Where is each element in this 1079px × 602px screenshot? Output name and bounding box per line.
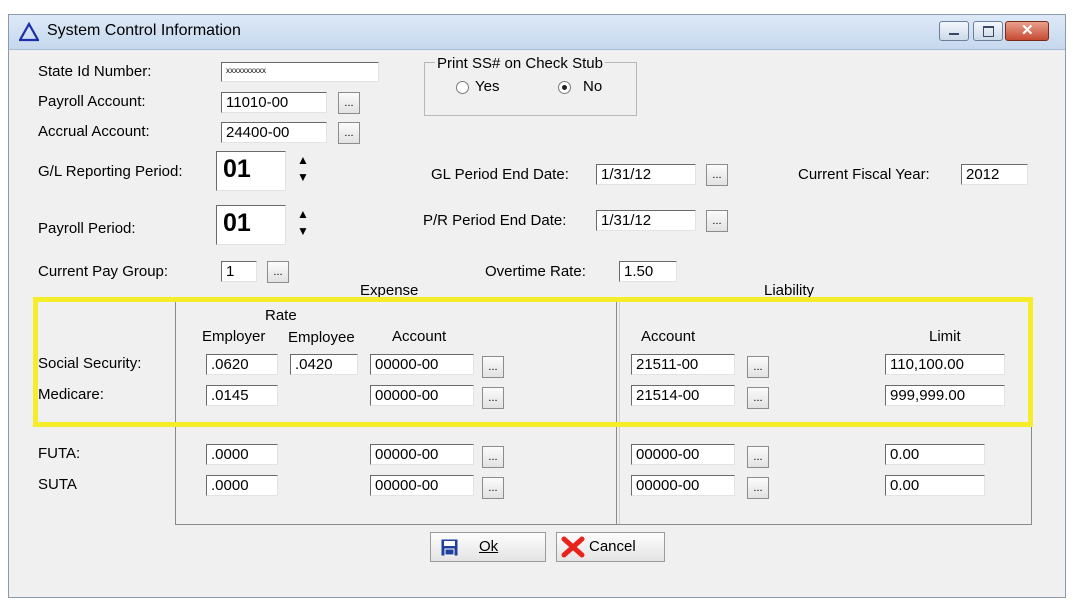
payroll-account-browse-button[interactable]: ... — [338, 92, 360, 114]
gl-period-end-date-browse-button[interactable]: ... — [706, 164, 728, 186]
print-ss-yes-radio[interactable] — [456, 81, 469, 94]
state-id-label: State Id Number: — [38, 63, 152, 80]
grid-divider-right — [1031, 427, 1032, 525]
accrual-account-browse-button[interactable]: ... — [338, 122, 360, 144]
print-ss-no-radio[interactable] — [558, 81, 571, 94]
state-id-input[interactable]: xxxxxxxxxx — [221, 62, 379, 82]
spin-down-icon[interactable]: ▼ — [296, 169, 310, 186]
row-label-futa: FUTA: — [38, 445, 81, 462]
suta-liability-account-browse-button[interactable]: ... — [747, 477, 769, 499]
highlight-box — [33, 297, 1033, 427]
current-fiscal-year-input[interactable]: 2012 — [961, 164, 1028, 185]
close-icon: ✕ — [1021, 22, 1034, 39]
maximize-icon — [983, 26, 994, 37]
maximize-button[interactable] — [973, 21, 1003, 41]
spin-up-icon[interactable]: ▲ — [296, 152, 310, 169]
futa-expense-account-input[interactable]: 00000-00 — [370, 444, 474, 465]
suta-expense-account-browse-button[interactable]: ... — [482, 477, 504, 499]
pr-period-end-date-browse-button[interactable]: ... — [706, 210, 728, 232]
print-ss-no-label: No — [583, 78, 603, 95]
accrual-account-input[interactable]: 24400-00 — [221, 122, 327, 143]
triangle-icon — [19, 22, 39, 42]
floppy-disk-icon — [441, 539, 458, 556]
futa-limit-input[interactable]: 0.00 — [885, 444, 985, 465]
red-x-icon — [561, 536, 585, 558]
print-ss-yes-label: Yes — [475, 78, 500, 95]
payroll-account-label: Payroll Account: — [38, 93, 146, 110]
futa-expense-account-browse-button[interactable]: ... — [482, 446, 504, 468]
current-fiscal-year-label: Current Fiscal Year: — [798, 166, 930, 183]
suta-liability-account-input[interactable]: 00000-00 — [631, 475, 735, 496]
gl-reporting-period-input[interactable]: 01 — [216, 151, 286, 191]
pr-period-end-date-input[interactable]: 1/31/12 — [596, 210, 696, 231]
overtime-rate-label: Overtime Rate: — [485, 263, 586, 280]
payroll-period-label: Payroll Period: — [38, 220, 136, 237]
pay-group-browse-button[interactable]: ... — [267, 261, 289, 283]
current-pay-group-label: Current Pay Group: — [38, 263, 169, 280]
spin-down-icon[interactable]: ▼ — [296, 223, 310, 240]
pr-period-end-date-label: P/R Period End Date: — [423, 212, 567, 229]
spin-up-icon[interactable]: ▲ — [296, 206, 310, 223]
payroll-period-input[interactable]: 01 — [216, 205, 286, 245]
cancel-button[interactable]: Cancel — [556, 532, 665, 562]
accrual-account-label: Accrual Account: — [38, 123, 150, 140]
payroll-account-input[interactable]: 11010-00 — [221, 92, 327, 113]
suta-expense-account-input[interactable]: 00000-00 — [370, 475, 474, 496]
gl-reporting-period-label: G/L Reporting Period: — [38, 163, 183, 180]
grid-bottom-line — [175, 524, 1032, 525]
suta-limit-input[interactable]: 0.00 — [885, 475, 985, 496]
row-label-suta: SUTA — [38, 476, 77, 493]
minimize-button[interactable] — [939, 21, 969, 41]
cancel-button-label: Cancel — [589, 538, 636, 555]
suta-employer-rate-input[interactable]: .0000 — [206, 475, 278, 496]
current-pay-group-input[interactable]: 1 — [221, 261, 257, 282]
window-title: System Control Information — [47, 22, 241, 39]
gl-reporting-period-spinner[interactable]: ▲ ▼ — [296, 152, 310, 186]
gl-period-end-date-input[interactable]: 1/31/12 — [596, 164, 696, 185]
payroll-period-spinner[interactable]: ▲ ▼ — [296, 206, 310, 240]
close-button[interactable]: ✕ — [1005, 21, 1049, 41]
title-bar[interactable]: System Control Information ✕ — [9, 15, 1065, 50]
dialog-window: System Control Information ✕ State Id Nu… — [8, 14, 1066, 598]
print-ss-group-title: Print SS# on Check Stub — [435, 55, 605, 72]
gl-period-end-date-label: GL Period End Date: — [431, 166, 569, 183]
minimize-icon — [949, 33, 959, 35]
overtime-rate-input[interactable]: 1.50 — [619, 261, 677, 282]
futa-liability-account-browse-button[interactable]: ... — [747, 446, 769, 468]
ok-button[interactable]: Ok — [430, 532, 546, 562]
futa-liability-account-input[interactable]: 00000-00 — [631, 444, 735, 465]
futa-employer-rate-input[interactable]: .0000 — [206, 444, 278, 465]
ok-button-label: Ok — [479, 538, 499, 555]
